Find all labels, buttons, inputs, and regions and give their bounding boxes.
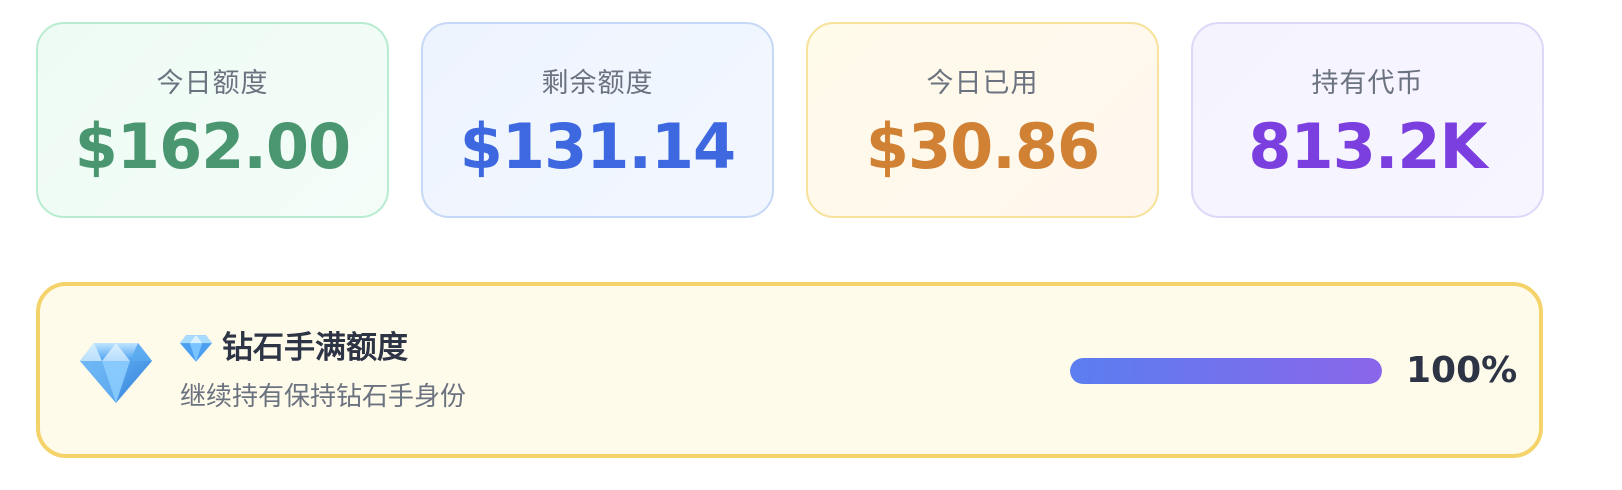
diamond-icon [180, 335, 212, 362]
stat-value: $162.00 [74, 110, 351, 183]
stat-card-used-today: 今日已用 $30.86 [806, 22, 1159, 218]
stat-label: 剩余额度 [541, 68, 654, 99]
dashboard: 今日额度 $162.00 剩余额度 $131.14 今日已用 $30.86 持有… [0, 0, 1622, 490]
quota-progress-fill [1070, 358, 1382, 384]
stat-value: $30.86 [865, 110, 1100, 183]
stat-label: 今日已用 [926, 68, 1039, 99]
banner-title: 钻石手满额度 [222, 330, 408, 366]
banner-subtitle: 继续持有保持钻石手身份 [180, 382, 467, 412]
stat-card-today-quota: 今日额度 $162.00 [36, 22, 389, 218]
quota-progress-bar [1070, 358, 1382, 384]
banner-title-row: 钻石手满额度 [180, 328, 408, 368]
stat-label: 持有代币 [1311, 68, 1424, 99]
stat-card-remaining-quota: 剩余额度 $131.14 [421, 22, 774, 218]
stat-card-held-tokens: 持有代币 813.2K [1191, 22, 1544, 218]
quota-progress-label: 100% [1406, 350, 1518, 391]
stat-value: 813.2K [1248, 110, 1487, 183]
diamond-icon [80, 343, 152, 403]
stat-label: 今日额度 [156, 68, 269, 99]
stat-cards: 今日额度 $162.00 剩余额度 $131.14 今日已用 $30.86 持有… [36, 22, 1544, 218]
diamond-hands-banner: 钻石手满额度 继续持有保持钻石手身份 100% [36, 282, 1543, 458]
stat-value: $131.14 [459, 110, 736, 183]
